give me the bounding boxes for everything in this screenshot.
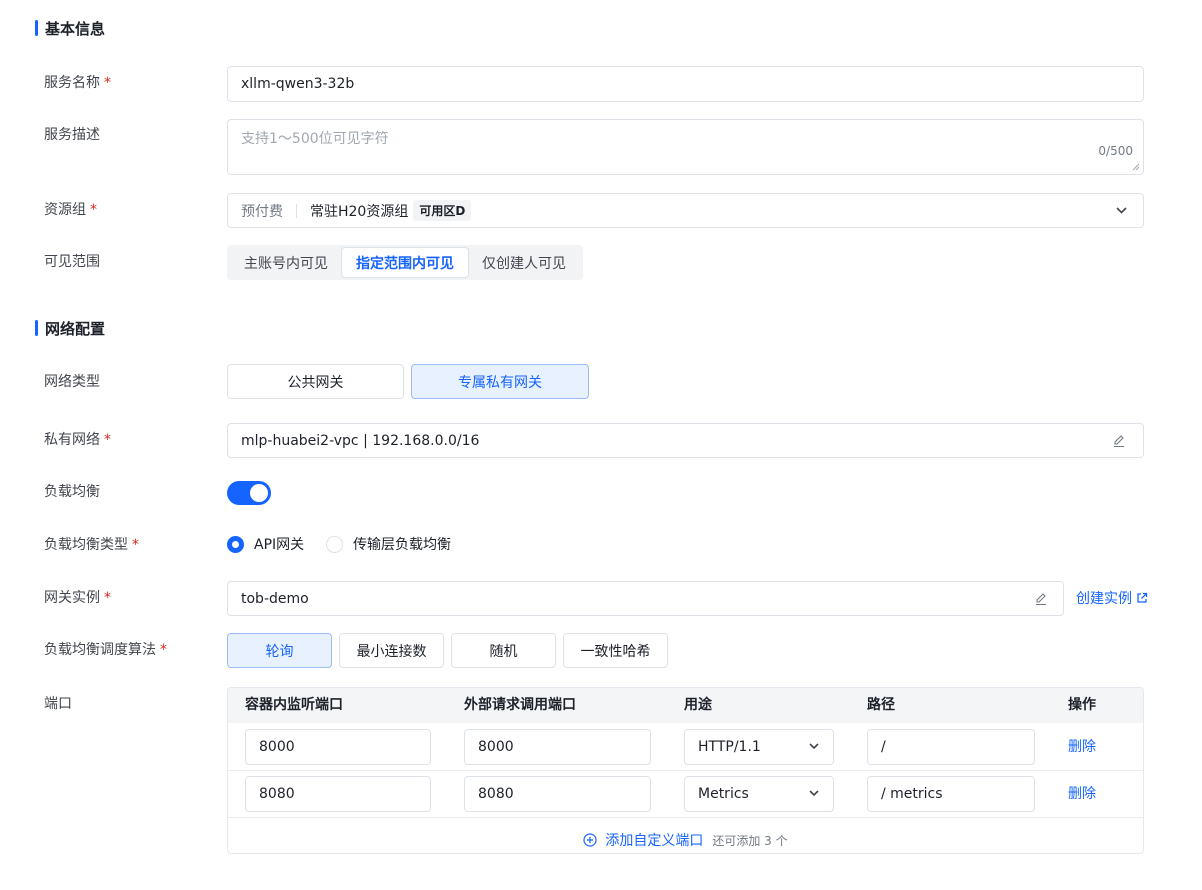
container-port-input[interactable]: 8080: [245, 776, 431, 812]
section-title-basic: 基本信息: [35, 18, 105, 38]
add-port-hint: 还可添加 3 个: [712, 833, 788, 848]
zone-tag: 可用区D: [413, 200, 472, 221]
network-type-private-button[interactable]: 专属私有网关: [411, 364, 589, 399]
lb-type-transport-label[interactable]: 传输层负载均衡: [353, 535, 451, 555]
visibility-segmented: 主账号内可见 指定范围内可见 仅创建人可见: [227, 245, 583, 280]
delete-row-button[interactable]: 删除: [1068, 784, 1096, 804]
table-header: 容器内监听端口 外部请求调用端口 用途 路径 操作: [228, 688, 1143, 723]
lb-type-label: 负载均衡类型 *: [44, 537, 139, 553]
network-type-public-button[interactable]: 公共网关: [227, 364, 404, 399]
lb-algo-hash-button[interactable]: 一致性哈希: [563, 633, 668, 668]
network-type-label: 网络类型: [44, 374, 100, 390]
resource-group-select[interactable]: 预付费 常驻H20资源组 可用区D: [227, 193, 1144, 228]
add-port-row: 添加自定义端口 还可添加 3 个: [228, 825, 1143, 853]
chevron-down-icon: [1116, 207, 1127, 214]
ports-label: 端口: [44, 696, 72, 712]
resource-group-value: 常驻H20资源组: [310, 203, 409, 220]
lb-algo-round-robin-button[interactable]: 轮询: [227, 633, 332, 668]
service-name-label: 服务名称 *: [44, 75, 111, 91]
ports-table: 容器内监听端口 外部请求调用端口 用途 路径 操作 8000 8000 HTTP…: [227, 687, 1144, 854]
section-title-network: 网络配置: [35, 318, 105, 338]
lb-type-api-radio[interactable]: [227, 536, 244, 553]
visibility-label: 可见范围: [44, 254, 100, 270]
external-port-input[interactable]: 8000: [464, 729, 651, 765]
visibility-option-main-account[interactable]: 主账号内可见: [230, 248, 342, 277]
lb-type-transport-radio[interactable]: [326, 536, 343, 553]
vpc-value: mlp-huabei2-vpc | 192.168.0.0/16: [241, 432, 480, 449]
column-header: 外部请求调用端口: [464, 697, 576, 713]
path-input[interactable]: /: [867, 729, 1035, 765]
section-bar: [35, 20, 38, 36]
column-header: 操作: [1068, 697, 1096, 713]
service-name-value: xllm-qwen3-32b: [241, 76, 355, 92]
service-desc-textarea[interactable]: 支持1～500位可见字符 0/500: [227, 119, 1144, 175]
path-input[interactable]: / metrics: [867, 776, 1035, 812]
container-port-input[interactable]: 8000: [245, 729, 431, 765]
divider: [296, 203, 297, 218]
external-port-input[interactable]: 8080: [464, 776, 651, 812]
delete-row-button[interactable]: 删除: [1068, 737, 1096, 757]
usage-select[interactable]: HTTP/1.1: [684, 729, 834, 765]
lb-algo-label: 负载均衡调度算法 *: [44, 642, 167, 658]
lb-algo-random-button[interactable]: 随机: [451, 633, 556, 668]
section-bar: [35, 320, 38, 336]
service-name-input[interactable]: xllm-qwen3-32b: [227, 66, 1144, 102]
vpc-label: 私有网络 *: [44, 432, 111, 448]
gateway-value: tob-demo: [241, 590, 309, 607]
create-instance-link[interactable]: 创建实例: [1076, 588, 1148, 608]
column-header: 路径: [867, 697, 895, 713]
load-balance-toggle[interactable]: [227, 481, 271, 505]
external-link-icon: [1137, 592, 1148, 603]
plus-circle-icon: [583, 833, 597, 847]
resource-group-label: 资源组 *: [44, 202, 97, 218]
row-divider: [228, 770, 1143, 771]
usage-select[interactable]: Metrics: [684, 776, 834, 812]
row-divider: [228, 817, 1143, 818]
lb-type-api-label[interactable]: API网关: [254, 535, 304, 555]
visibility-option-specified[interactable]: 指定范围内可见: [342, 248, 468, 277]
chevron-down-icon: [809, 790, 819, 797]
toggle-knob: [250, 484, 268, 502]
edit-icon[interactable]: [1112, 434, 1126, 448]
load-balance-label: 负载均衡: [44, 484, 100, 500]
lb-algo-least-conn-button[interactable]: 最小连接数: [339, 633, 444, 668]
column-header: 用途: [684, 697, 712, 713]
column-header: 容器内监听端口: [245, 697, 343, 713]
char-counter: 0/500: [1098, 144, 1133, 158]
billing-type: 预付费: [241, 203, 283, 220]
gateway-label: 网关实例 *: [44, 590, 111, 606]
gateway-input[interactable]: tob-demo: [227, 581, 1064, 616]
resize-handle-icon[interactable]: [1132, 163, 1140, 171]
chevron-down-icon: [809, 743, 819, 750]
edit-icon[interactable]: [1034, 592, 1048, 606]
vpc-input[interactable]: mlp-huabei2-vpc | 192.168.0.0/16: [227, 423, 1144, 458]
service-desc-placeholder: 支持1～500位可见字符: [241, 131, 389, 147]
visibility-option-creator-only[interactable]: 仅创建人可见: [468, 248, 580, 277]
add-custom-port-button[interactable]: 添加自定义端口: [583, 830, 703, 850]
service-desc-label: 服务描述: [44, 127, 100, 143]
